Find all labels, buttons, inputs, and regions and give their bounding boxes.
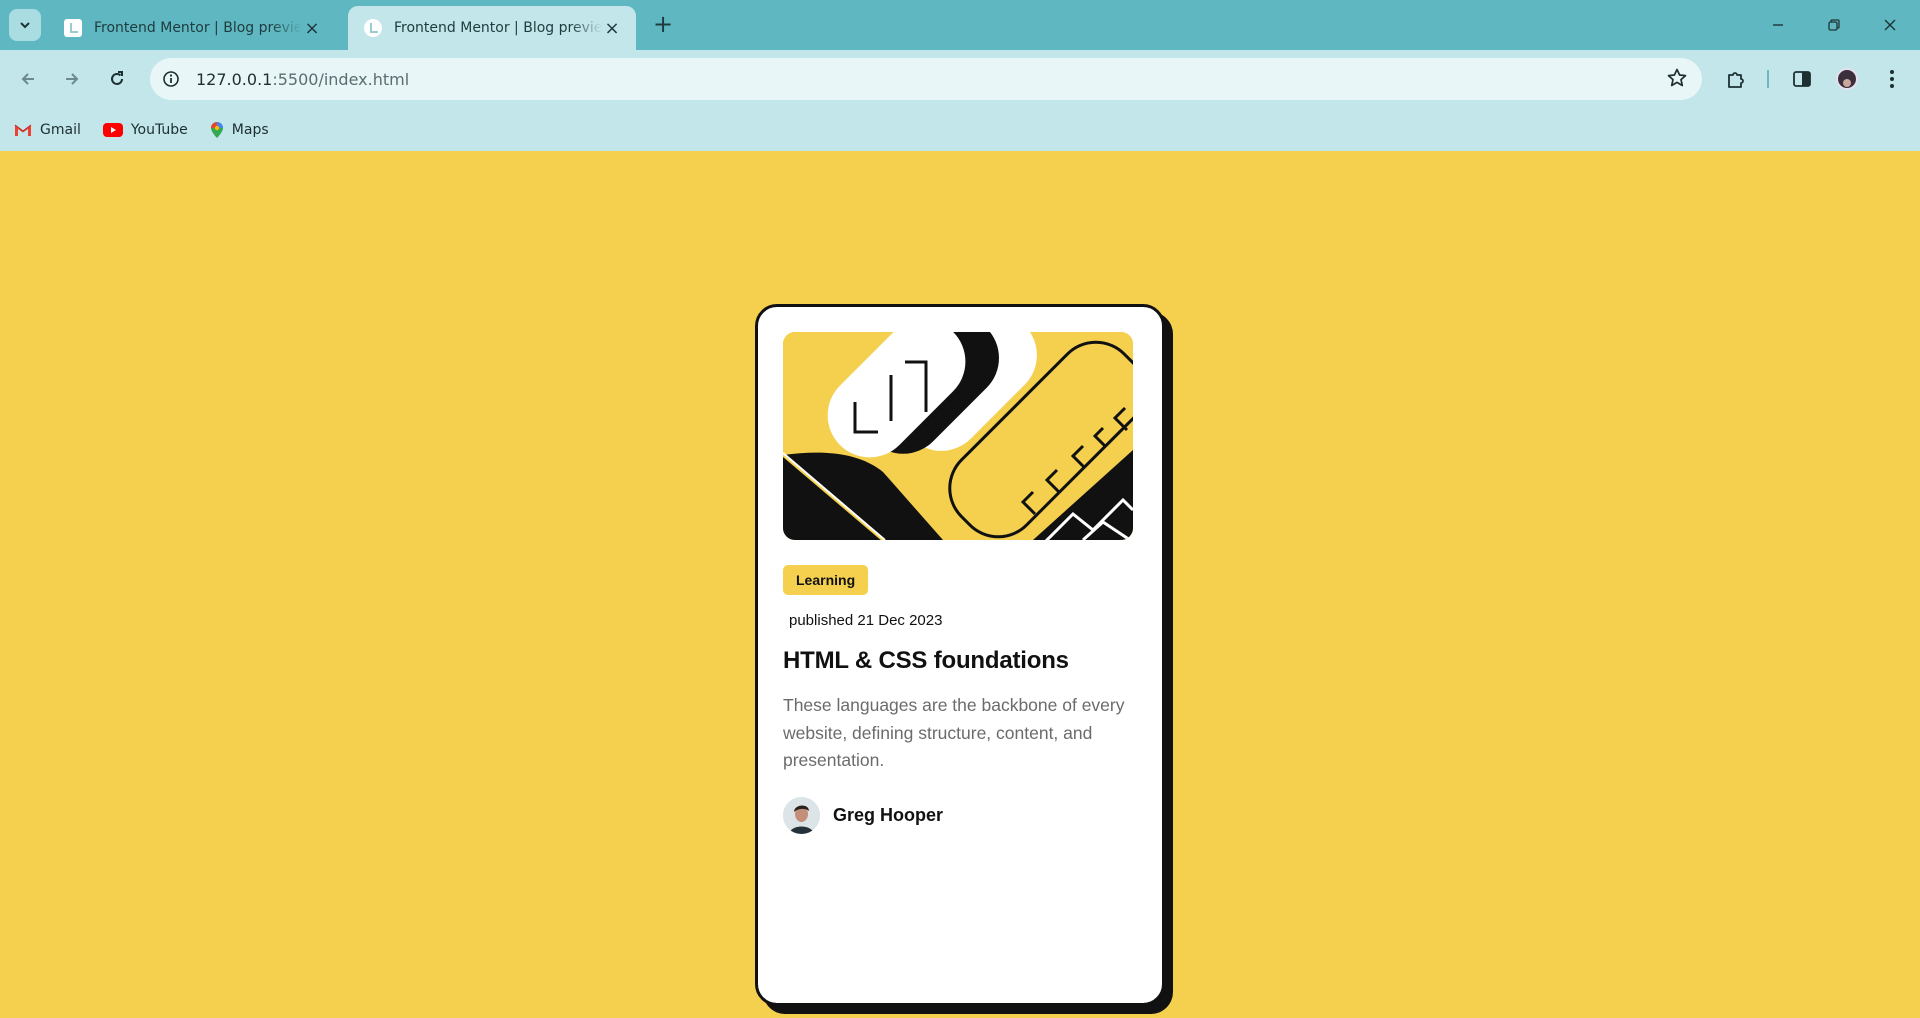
bookmark-star-icon[interactable] <box>1666 67 1688 93</box>
reload-button[interactable] <box>101 63 133 95</box>
more-vertical-icon <box>1890 70 1894 88</box>
side-panel-icon <box>1793 71 1811 87</box>
minimize-button[interactable] <box>1750 0 1806 50</box>
bookmark-youtube[interactable]: YouTube <box>102 121 188 138</box>
favicon-icon <box>64 19 82 37</box>
back-arrow-icon <box>21 73 34 85</box>
card-illustration <box>783 332 1133 540</box>
close-icon <box>1884 19 1896 31</box>
close-icon[interactable]: × <box>302 18 322 39</box>
author: Greg Hooper <box>783 796 1137 834</box>
author-avatar <box>783 796 820 834</box>
side-panel-button[interactable] <box>1786 63 1818 95</box>
close-icon[interactable]: × <box>602 18 622 39</box>
blog-preview-card: Learning published 21 Dec 2023 HTML & CS… <box>755 304 1173 1017</box>
youtube-icon <box>102 122 123 137</box>
reload-icon <box>111 71 123 85</box>
forward-button[interactable] <box>56 63 88 95</box>
tab-search-button[interactable] <box>9 9 41 41</box>
card-body: Learning published 21 Dec 2023 HTML & CS… <box>755 304 1165 1006</box>
forward-arrow-icon <box>66 73 79 85</box>
toolbar-divider <box>1767 70 1769 88</box>
new-tab-button[interactable]: + <box>648 10 678 40</box>
browser-toolbar: 127.0.0.1:5500/index.html <box>0 50 1920 108</box>
card-title[interactable]: HTML & CSS foundations <box>783 647 1137 675</box>
address-bar[interactable]: 127.0.0.1:5500/index.html <box>150 58 1702 100</box>
restore-button[interactable] <box>1806 0 1862 50</box>
tab-strip: Frontend Mentor | Blog preview card × Fr… <box>0 0 1920 50</box>
url-host: 127.0.0.1 <box>196 69 273 89</box>
site-info-icon[interactable] <box>156 64 186 94</box>
tab-inactive[interactable]: Frontend Mentor | Blog preview card × <box>48 6 336 50</box>
favicon-icon <box>364 19 382 37</box>
tab-active[interactable]: Frontend Mentor | Blog preview card × <box>348 6 636 50</box>
page-viewport: Learning published 21 Dec 2023 HTML & CS… <box>0 151 1920 1018</box>
puzzle-icon <box>1728 72 1744 88</box>
category-tag[interactable]: Learning <box>783 565 869 595</box>
author-name[interactable]: Greg Hooper <box>833 805 943 826</box>
bookmarks-bar: Gmail YouTube Maps <box>0 108 1920 151</box>
bookmark-label: YouTube <box>130 121 188 138</box>
bookmark-maps[interactable]: Maps <box>210 121 269 139</box>
close-window-button[interactable] <box>1862 0 1918 50</box>
bookmark-gmail[interactable]: Gmail <box>14 122 81 138</box>
tab-title: Frontend Mentor | Blog preview card <box>94 20 302 36</box>
published-date: published 21 Dec 2023 <box>789 612 943 629</box>
menu-button[interactable] <box>1876 63 1908 95</box>
bookmark-label: Maps <box>231 121 269 138</box>
maps-icon <box>210 121 224 139</box>
gmail-icon <box>14 123 32 137</box>
url-path: :5500/index.html <box>272 69 410 89</box>
back-button[interactable] <box>12 63 44 95</box>
bookmark-label: Gmail <box>40 121 81 138</box>
chevron-down-icon <box>20 22 30 29</box>
minimize-icon <box>1773 24 1783 26</box>
tab-title: Frontend Mentor | Blog preview card <box>394 20 602 36</box>
card-description: These languages are the backbone of ever… <box>783 695 1125 770</box>
profile-button[interactable] <box>1831 63 1863 95</box>
restore-icon <box>1828 19 1840 31</box>
extensions-button[interactable] <box>1720 63 1752 95</box>
url-text: 127.0.0.1:5500/index.html <box>196 70 409 89</box>
profile-avatar <box>1836 68 1858 90</box>
